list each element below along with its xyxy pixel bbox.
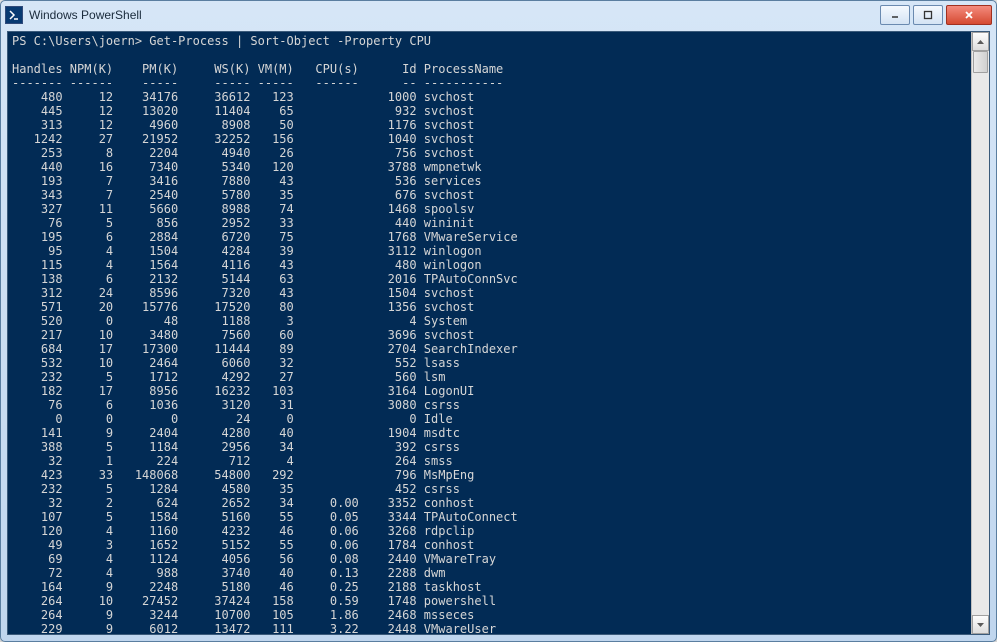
window-title: Windows PowerShell [29, 8, 880, 22]
window: Windows PowerShell PS C:\Users\joern> Ge… [0, 0, 997, 642]
maximize-button[interactable] [913, 5, 943, 25]
minimize-button[interactable] [880, 5, 910, 25]
terminal-output[interactable]: PS C:\Users\joern> Get-Process | Sort-Ob… [8, 32, 971, 634]
titlebar[interactable]: Windows PowerShell [1, 1, 996, 29]
scroll-down-button[interactable] [972, 615, 989, 634]
scrollbar[interactable] [971, 32, 989, 634]
scroll-up-button[interactable] [972, 32, 989, 51]
scroll-track[interactable] [973, 51, 988, 615]
client-area: PS C:\Users\joern> Get-Process | Sort-Ob… [7, 31, 990, 635]
powershell-icon [5, 6, 23, 24]
window-buttons [880, 5, 992, 25]
close-button[interactable] [946, 5, 992, 25]
scroll-thumb[interactable] [973, 51, 988, 73]
